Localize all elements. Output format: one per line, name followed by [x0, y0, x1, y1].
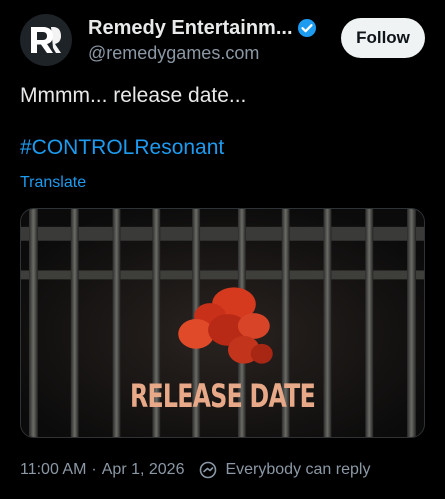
author-info[interactable]: Remedy Entertainm... @remedygames.com: [88, 14, 338, 64]
media-caption: RELEASE DATE: [129, 377, 316, 415]
post-meta: 11:00 AM · Apr 1, 2026 Everybody can rep…: [20, 458, 425, 482]
translate-link[interactable]: Translate: [20, 174, 86, 192]
avatar[interactable]: [20, 14, 72, 66]
display-name[interactable]: Remedy Entertainm...: [88, 17, 293, 40]
post-header: Remedy Entertainm... @remedygames.com Fo…: [20, 12, 425, 68]
follow-button[interactable]: Follow: [341, 18, 425, 58]
meta-separator: ·: [91, 461, 97, 478]
verified-badge-icon: [297, 18, 317, 38]
remedy-logo-icon: [31, 27, 61, 53]
reply-setting-text: Everybody can reply: [225, 461, 371, 478]
hashtag-link[interactable]: #CONTROLResonant: [20, 134, 224, 162]
author-handle[interactable]: @remedygames.com: [88, 43, 338, 64]
post-time[interactable]: 11:00 AM: [20, 461, 86, 479]
post-text: Mmmm... release date...: [20, 84, 247, 107]
reply-permission-icon: [198, 460, 218, 480]
post-media-image[interactable]: RELEASE DATE: [20, 208, 425, 438]
post-date[interactable]: Apr 1, 2026: [102, 461, 185, 479]
